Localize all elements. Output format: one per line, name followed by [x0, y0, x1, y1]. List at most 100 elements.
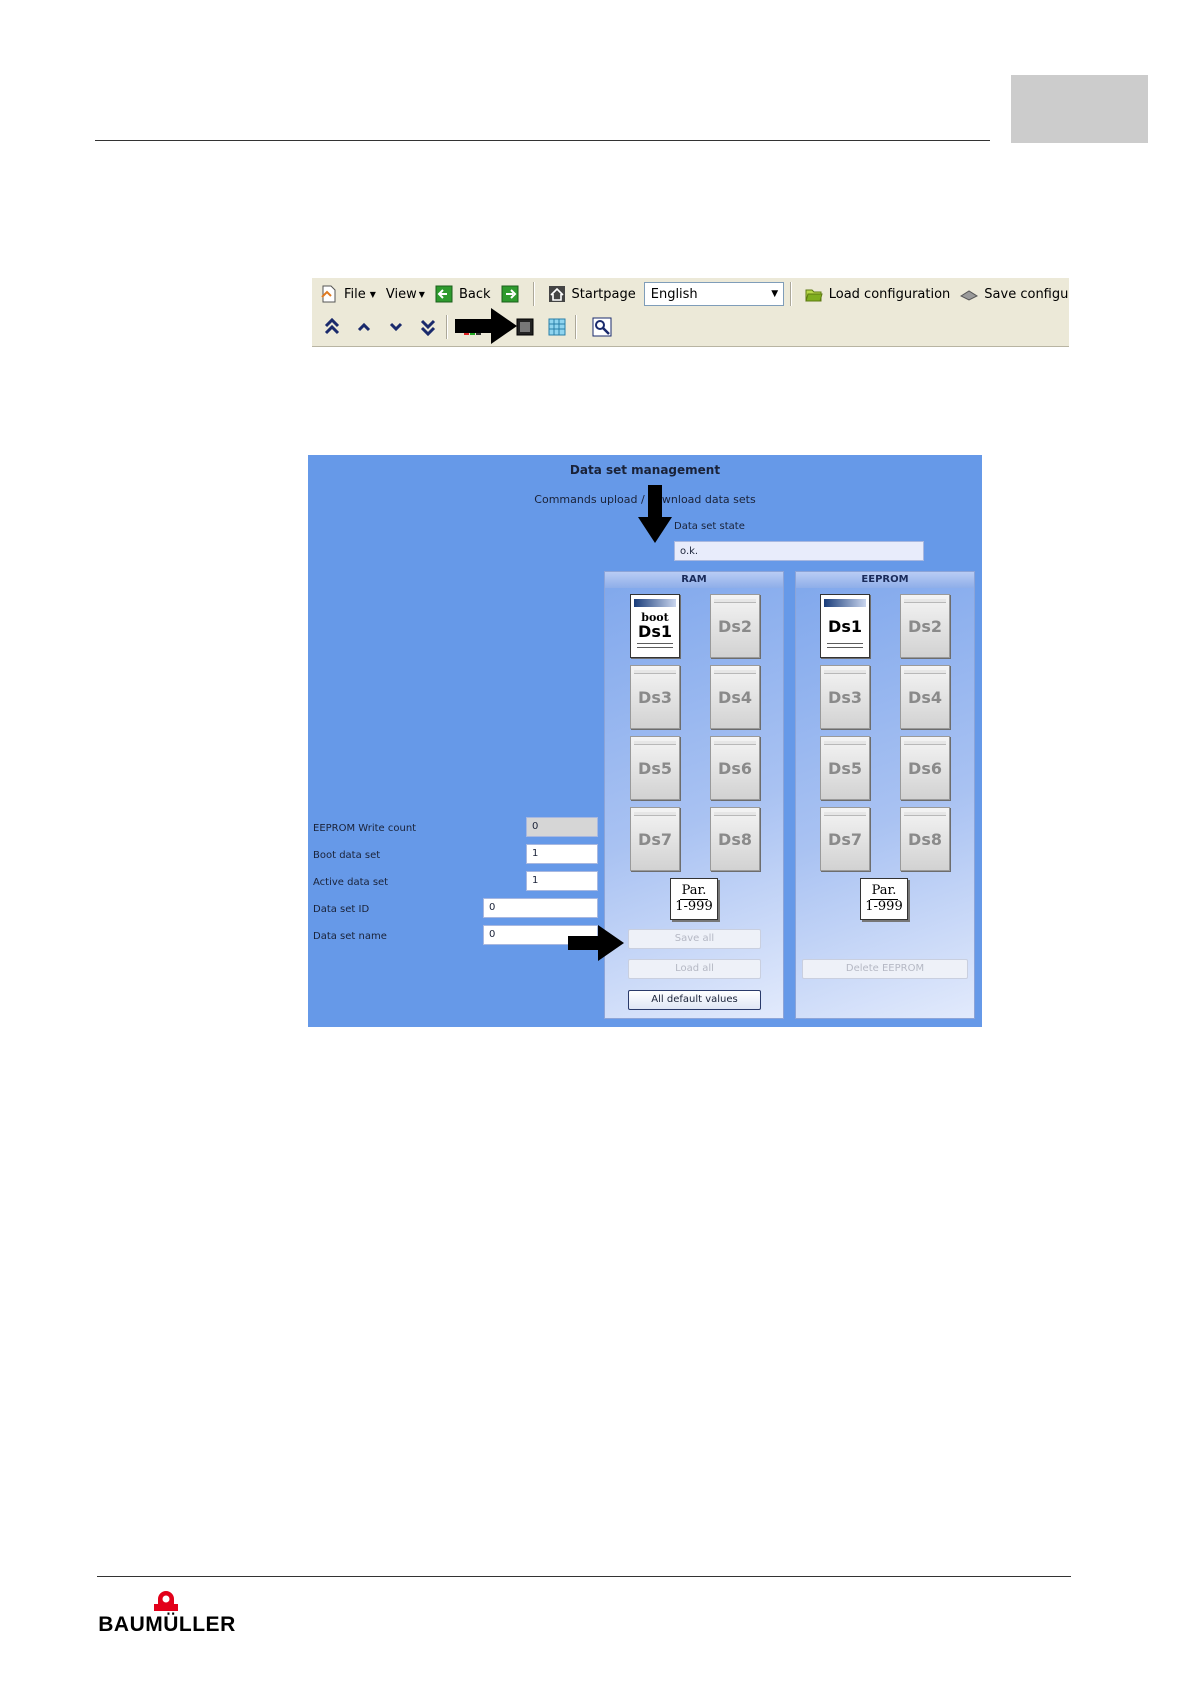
- ram-ds7-button[interactable]: Ds7: [630, 807, 680, 871]
- ram-ds8-button[interactable]: Ds8: [710, 807, 760, 871]
- memory-chip-icon: [516, 318, 534, 336]
- eeprom-ds7-button[interactable]: Ds7: [820, 807, 870, 871]
- eeprom-ds1-label: Ds1: [828, 616, 862, 636]
- baumuller-logo: BAUMÜLLER: [96, 1590, 238, 1636]
- boot-data-set-field[interactable]: 1: [526, 844, 598, 864]
- document-icon: [321, 285, 336, 303]
- ram-ds5-button[interactable]: Ds5: [630, 736, 680, 800]
- par-label: Par.: [869, 882, 899, 900]
- document-lines-icon: [827, 643, 863, 651]
- chevron-down-icon: ▼: [369, 289, 376, 299]
- eeprom-ds5-button[interactable]: Ds5: [820, 736, 870, 800]
- ram-ds6-label: Ds6: [718, 758, 752, 778]
- ram-ds6-button[interactable]: Ds6: [710, 736, 760, 800]
- load-configuration-label: Load configuration: [828, 286, 951, 302]
- home-icon: [548, 286, 565, 302]
- next-page-button[interactable]: [384, 315, 408, 339]
- active-data-set-label: Active data set: [313, 877, 389, 888]
- eeprom-parameter-button[interactable]: Par. 1-999: [860, 878, 908, 920]
- eeprom-ds4-label: Ds4: [908, 687, 942, 707]
- eeprom-ds8-label: Ds8: [908, 829, 942, 849]
- ram-ds4-button[interactable]: Ds4: [710, 665, 760, 729]
- data-set-id-field[interactable]: 0: [483, 898, 598, 918]
- first-page-button[interactable]: [320, 315, 344, 339]
- forward-button[interactable]: [499, 281, 527, 307]
- dialog-title: Data set management: [569, 463, 721, 477]
- ram-ds2-button[interactable]: Ds2: [710, 594, 760, 658]
- save-all-button[interactable]: Save all: [628, 929, 761, 949]
- view-menu[interactable]: View ▼: [384, 281, 427, 307]
- all-default-values-button[interactable]: All default values: [628, 990, 761, 1010]
- load-all-button[interactable]: Load all: [628, 959, 761, 979]
- eeprom-ds2-label: Ds2: [908, 616, 942, 636]
- arrow-right-icon: [501, 285, 518, 303]
- header-box: [1011, 75, 1148, 143]
- footer-rule: [97, 1576, 1071, 1577]
- eeprom-ds4-button[interactable]: Ds4: [900, 665, 950, 729]
- file-label: File: [344, 286, 366, 302]
- data-set-management-window: Data set management Commands upload / do…: [308, 455, 982, 1027]
- eeprom-ds6-label: Ds6: [908, 758, 942, 778]
- ram-ds3-button[interactable]: Ds3: [630, 665, 680, 729]
- magnifier-icon: [592, 317, 612, 337]
- chevron-down-icon: [389, 322, 403, 332]
- table-view-button[interactable]: [545, 315, 569, 339]
- ram-panel-header: RAM: [605, 572, 783, 588]
- ram-ds7-label: Ds7: [638, 829, 672, 849]
- save-configuration-button[interactable]: Save configura: [958, 281, 1069, 307]
- eeprom-panel: EEPROM Ds1 Ds2 Ds3 Ds4 Ds5 Ds6 Ds7 Ds8 P…: [795, 571, 975, 1019]
- language-select[interactable]: English ▼: [643, 282, 784, 306]
- double-chevron-down-icon: [420, 319, 436, 336]
- toolbar-separator: [532, 282, 534, 306]
- logo-text: BAUMÜLLER: [98, 1613, 236, 1636]
- previous-page-button[interactable]: [352, 315, 376, 339]
- data-set-state-label: Data set state: [674, 521, 745, 532]
- startpage-label: Startpage: [571, 286, 636, 302]
- pointer-arrow-right: [455, 308, 517, 344]
- data-set-state-field: o.k.: [674, 541, 924, 561]
- ram-panel: RAM boot Ds1 Ds2 Ds3 Ds4 Ds5 Ds6 Ds7 Ds8…: [604, 571, 784, 1019]
- last-page-button[interactable]: [416, 315, 440, 339]
- eeprom-panel-header: EEPROM: [796, 572, 974, 588]
- logo-mark-icon: [154, 1591, 178, 1611]
- eeprom-ds3-label: Ds3: [828, 687, 862, 707]
- data-set-id-label: Data set ID: [313, 904, 370, 915]
- load-configuration-button[interactable]: Load configuration: [803, 281, 953, 307]
- eeprom-ds8-button[interactable]: Ds8: [900, 807, 950, 871]
- arrow-left-icon: [435, 285, 453, 303]
- save-configuration-label: Save configura: [984, 286, 1069, 302]
- ram-ds8-label: Ds8: [718, 829, 752, 849]
- table-icon: [548, 318, 566, 336]
- ram-ds1-button[interactable]: boot Ds1: [630, 594, 680, 658]
- document-lines-icon: [637, 643, 673, 651]
- toolbar-separator: [446, 315, 447, 339]
- ram-ds1-label: Ds1: [638, 622, 672, 641]
- eeprom-ds3-button[interactable]: Ds3: [820, 665, 870, 729]
- ram-parameter-button[interactable]: Par. 1-999: [670, 878, 718, 920]
- view-label: View: [385, 286, 417, 302]
- par-range-label: 1-999: [865, 898, 903, 914]
- eeprom-ds2-button[interactable]: Ds2: [900, 594, 950, 658]
- double-chevron-up-icon: [324, 318, 340, 335]
- language-value: English: [650, 286, 698, 302]
- ram-ds5-label: Ds5: [638, 758, 672, 778]
- back-button[interactable]: Back: [433, 281, 493, 307]
- toolbar: File ▼ View ▼ Back Startpage English ▼ L…: [312, 278, 1069, 347]
- eeprom-ds7-label: Ds7: [828, 829, 862, 849]
- toolbar-separator: [575, 315, 576, 339]
- eeprom-ds5-label: Ds5: [828, 758, 862, 778]
- boot-data-set-label: Boot data set: [313, 850, 381, 861]
- ram-ds2-label: Ds2: [718, 616, 752, 636]
- chevron-up-icon: [357, 322, 371, 332]
- eeprom-ds6-button[interactable]: Ds6: [900, 736, 950, 800]
- ram-ds3-label: Ds3: [638, 687, 672, 707]
- startpage-button[interactable]: Startpage: [546, 281, 638, 307]
- file-menu[interactable]: File ▼: [318, 281, 378, 307]
- toolbar-row-1: File ▼ View ▼ Back Startpage English ▼ L…: [312, 278, 1069, 310]
- delete-eeprom-button[interactable]: Delete EEPROM: [802, 959, 968, 979]
- folder-open-icon: [805, 289, 823, 302]
- active-data-set-field[interactable]: 1: [526, 871, 598, 891]
- eeprom-ds1-button[interactable]: Ds1: [820, 594, 870, 658]
- zoom-button[interactable]: [590, 315, 614, 339]
- chevron-down-icon[interactable]: ▼: [767, 283, 783, 305]
